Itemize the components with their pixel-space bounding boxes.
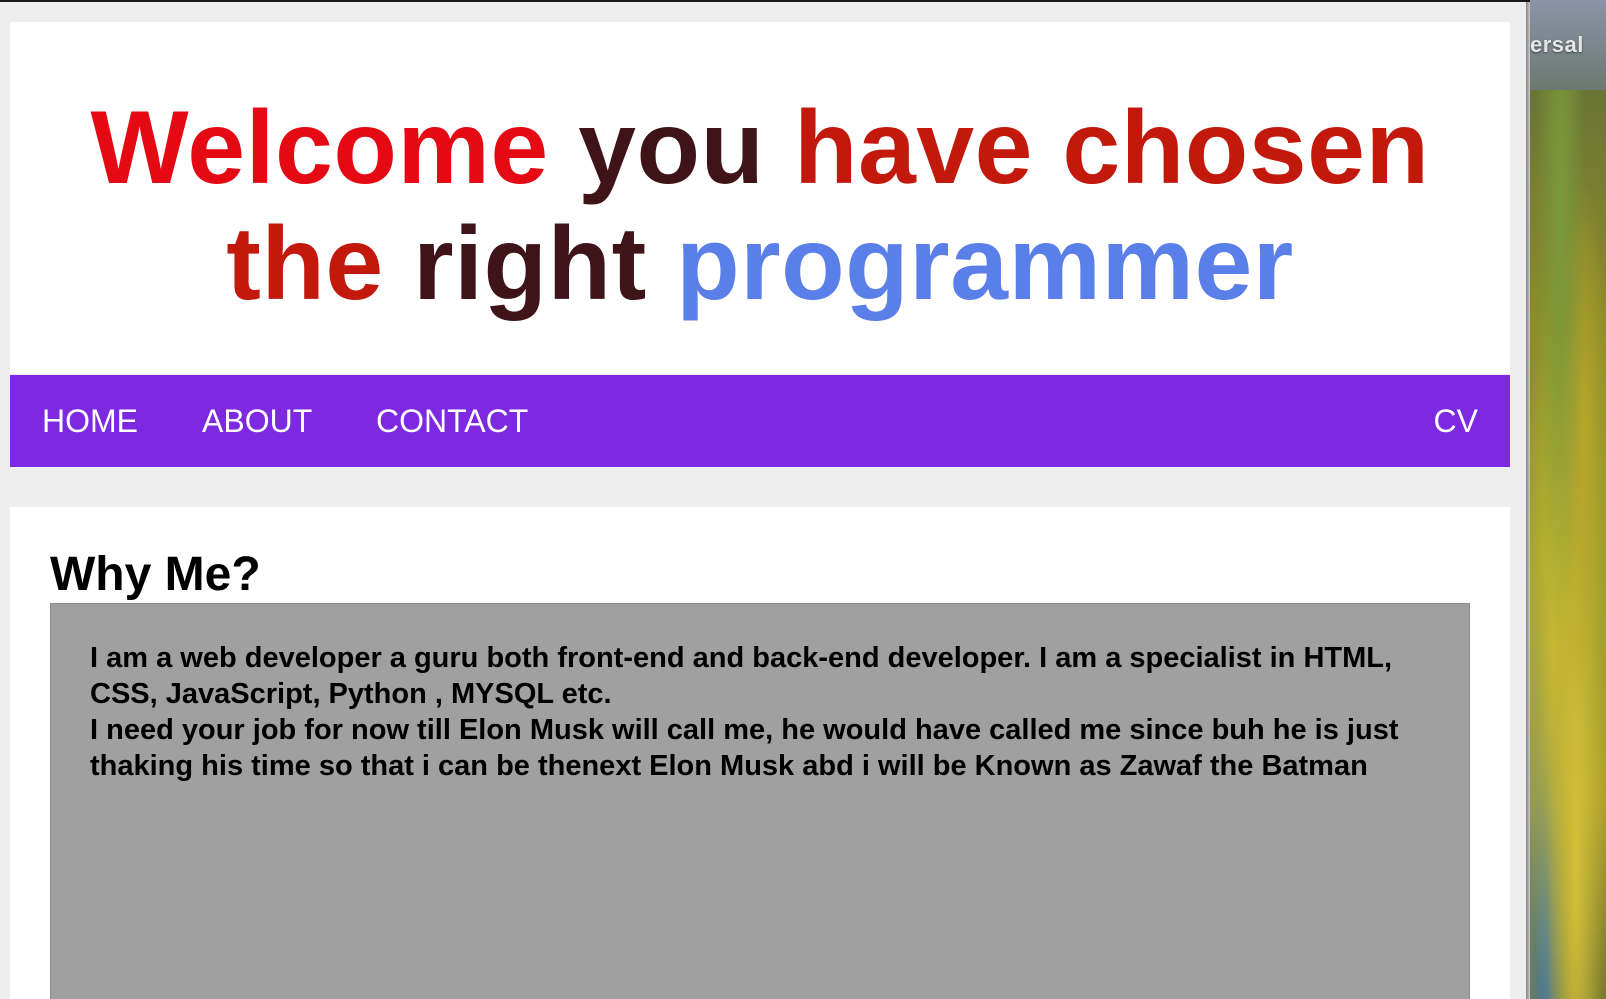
desktop-wallpaper: ersal xyxy=(1530,0,1606,999)
why-me-section: Why Me? I am a web developer a guru both… xyxy=(10,507,1510,999)
hero-word-the: the xyxy=(226,206,384,322)
about-paragraph-1: I am a web developer a guru both front-e… xyxy=(90,642,1393,710)
nav-link-home[interactable]: HOME xyxy=(42,375,138,467)
header-card: Welcome you have chosen the right progra… xyxy=(10,22,1510,374)
hero-title: Welcome you have chosen the right progra… xyxy=(10,90,1510,322)
hero-word-right: right xyxy=(413,206,647,322)
hero-word-welcome: Welcome xyxy=(90,90,549,206)
main-navbar: HOME ABOUT CONTACT CV xyxy=(10,375,1510,467)
hero-word-programmer: programmer xyxy=(676,206,1294,322)
about-text-box: I am a web developer a guru both front-e… xyxy=(50,603,1470,999)
hero-word-have-chosen: have chosen xyxy=(793,90,1430,206)
hero-word-you: you xyxy=(578,90,765,206)
desktop-partial-label: ersal xyxy=(1530,32,1584,57)
about-paragraph: I am a web developer a guru both front-e… xyxy=(90,640,1430,784)
nav-link-cv[interactable]: CV xyxy=(1434,375,1478,467)
nav-link-contact[interactable]: CONTACT xyxy=(376,375,528,467)
section-title: Why Me? xyxy=(50,548,261,601)
nav-link-about[interactable]: ABOUT xyxy=(202,375,312,467)
browser-window: Welcome you have chosen the right progra… xyxy=(0,0,1530,999)
about-paragraph-2: I need your job for now till Elon Musk w… xyxy=(90,714,1399,782)
